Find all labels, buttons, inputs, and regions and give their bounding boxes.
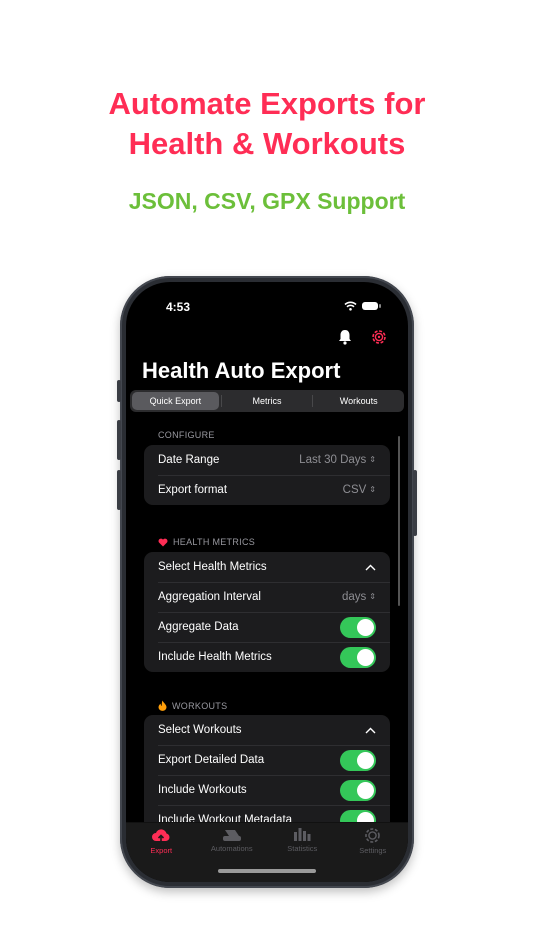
home-indicator [218, 869, 316, 873]
settings-scroll-area[interactable]: CONFIGURE Date Range Last 30 Days ⇕ Expo… [126, 422, 408, 822]
aggregation-interval-value-text: days [342, 591, 367, 603]
phone-power-button [413, 470, 417, 536]
date-range-row[interactable]: Date Range Last 30 Days ⇕ [144, 445, 390, 475]
segment-quick-export[interactable]: Quick Export [132, 392, 219, 410]
section-header-label: CONFIGURE [158, 430, 215, 440]
promo-headline-line1: Automate Exports for [108, 86, 426, 121]
chevron-up-down-icon: ⇕ [369, 592, 376, 601]
section-header-label: HEALTH METRICS [173, 537, 256, 547]
tab-settings[interactable]: Settings [343, 827, 403, 882]
segment-divider [220, 395, 222, 407]
tab-label: Settings [359, 846, 387, 855]
export-format-row[interactable]: Export format CSV ⇕ [144, 475, 390, 505]
aggregate-data-toggle[interactable] [340, 616, 376, 638]
scrollbar[interactable] [398, 436, 400, 606]
export-detailed-data-row: Export Detailed Data [144, 745, 390, 775]
aggregation-interval-row[interactable]: Aggregation Interval days ⇕ [144, 582, 390, 612]
segment-metrics[interactable]: Metrics [224, 392, 311, 410]
chevron-up-down-icon: ⇕ [369, 455, 376, 464]
promo-headline: Automate Exports for Health & Workouts [0, 84, 534, 164]
include-workout-metadata-toggle[interactable] [340, 809, 376, 822]
status-icons [344, 301, 381, 311]
tab-export[interactable]: Export [131, 827, 191, 882]
segmented-control: Quick Export Metrics Workouts [130, 390, 404, 412]
tab-label: Export [150, 846, 173, 855]
heart-icon [158, 538, 168, 546]
section-header-workouts: WORKOUTS [158, 700, 227, 711]
include-workouts-row: Include Workouts [144, 775, 390, 805]
chevron-up-icon [365, 727, 376, 733]
tab-label: Statistics [287, 844, 318, 853]
phone-volume-up-button [117, 420, 121, 460]
page-title: Health Auto Export [142, 358, 341, 383]
aggregation-interval-value: days ⇕ [342, 591, 376, 603]
chart-bars-icon [294, 828, 311, 841]
export-format-label: Export format [158, 484, 228, 496]
workouts-group: Select Workouts Export Detailed Data Inc… [144, 715, 390, 822]
select-health-metrics-label: Select Health Metrics [158, 561, 267, 573]
phone-volume-down-button [117, 470, 121, 510]
chevron-up-icon [365, 564, 376, 570]
include-health-metrics-label: Include Health Metrics [158, 651, 272, 663]
include-workout-metadata-row: Include Workout Metadata [144, 805, 390, 822]
include-workouts-toggle[interactable] [340, 779, 376, 801]
phone-screen: 4:53 Health Auto Export Quick Export Met… [126, 282, 408, 882]
tab-bar: Export Automations Statistics Settings [126, 822, 408, 882]
export-format-value-text: CSV [342, 484, 367, 496]
tab-automations[interactable]: Automations [202, 827, 262, 882]
automations-icon [222, 830, 241, 841]
section-header-label: WORKOUTS [172, 700, 228, 711]
export-detailed-data-label: Export Detailed Data [158, 754, 265, 766]
section-header-configure: CONFIGURE [158, 430, 215, 440]
include-health-metrics-toggle[interactable] [340, 646, 376, 668]
select-workouts-label: Select Workouts [158, 724, 242, 736]
battery-icon [362, 302, 381, 310]
promo-subheadline: JSON, CSV, GPX Support [128, 188, 406, 214]
aggregation-interval-label: Aggregation Interval [158, 591, 261, 603]
include-workouts-label: Include Workouts [158, 784, 247, 796]
dynamic-island [228, 296, 306, 318]
health-metrics-group: Select Health Metrics Aggregation Interv… [144, 552, 390, 672]
date-range-value: Last 30 Days ⇕ [299, 454, 376, 466]
segment-workouts[interactable]: Workouts [315, 392, 402, 410]
flame-icon [158, 700, 167, 711]
include-health-metrics-row: Include Health Metrics [144, 642, 390, 672]
select-health-metrics-row[interactable]: Select Health Metrics [144, 552, 390, 582]
export-detailed-data-toggle[interactable] [340, 749, 376, 771]
date-range-value-text: Last 30 Days [299, 454, 367, 466]
cloud-upload-icon [152, 829, 170, 843]
export-format-value: CSV ⇕ [343, 484, 376, 496]
date-range-label: Date Range [158, 454, 220, 466]
gear-icon [365, 828, 381, 843]
include-workout-metadata-label: Include Workout Metadata [158, 814, 293, 822]
aggregate-data-row: Aggregate Data [144, 612, 390, 642]
segment-divider [312, 395, 314, 407]
status-time: 4:53 [166, 300, 191, 314]
wifi-icon [344, 301, 357, 311]
tab-statistics[interactable]: Statistics [272, 827, 332, 882]
configure-group: Date Range Last 30 Days ⇕ Export format … [144, 445, 390, 505]
aggregate-data-label: Aggregate Data [158, 621, 239, 633]
select-workouts-row[interactable]: Select Workouts [144, 715, 390, 745]
promo-headline-line2: Health & Workouts [128, 126, 406, 161]
bell-icon[interactable] [336, 328, 354, 346]
gear-icon[interactable] [370, 328, 388, 346]
phone-action-button [117, 380, 121, 402]
section-header-health-metrics: HEALTH METRICS [158, 537, 255, 547]
chevron-up-down-icon: ⇕ [369, 485, 376, 494]
top-toolbar [336, 328, 388, 346]
tab-label: Automations [210, 844, 253, 853]
